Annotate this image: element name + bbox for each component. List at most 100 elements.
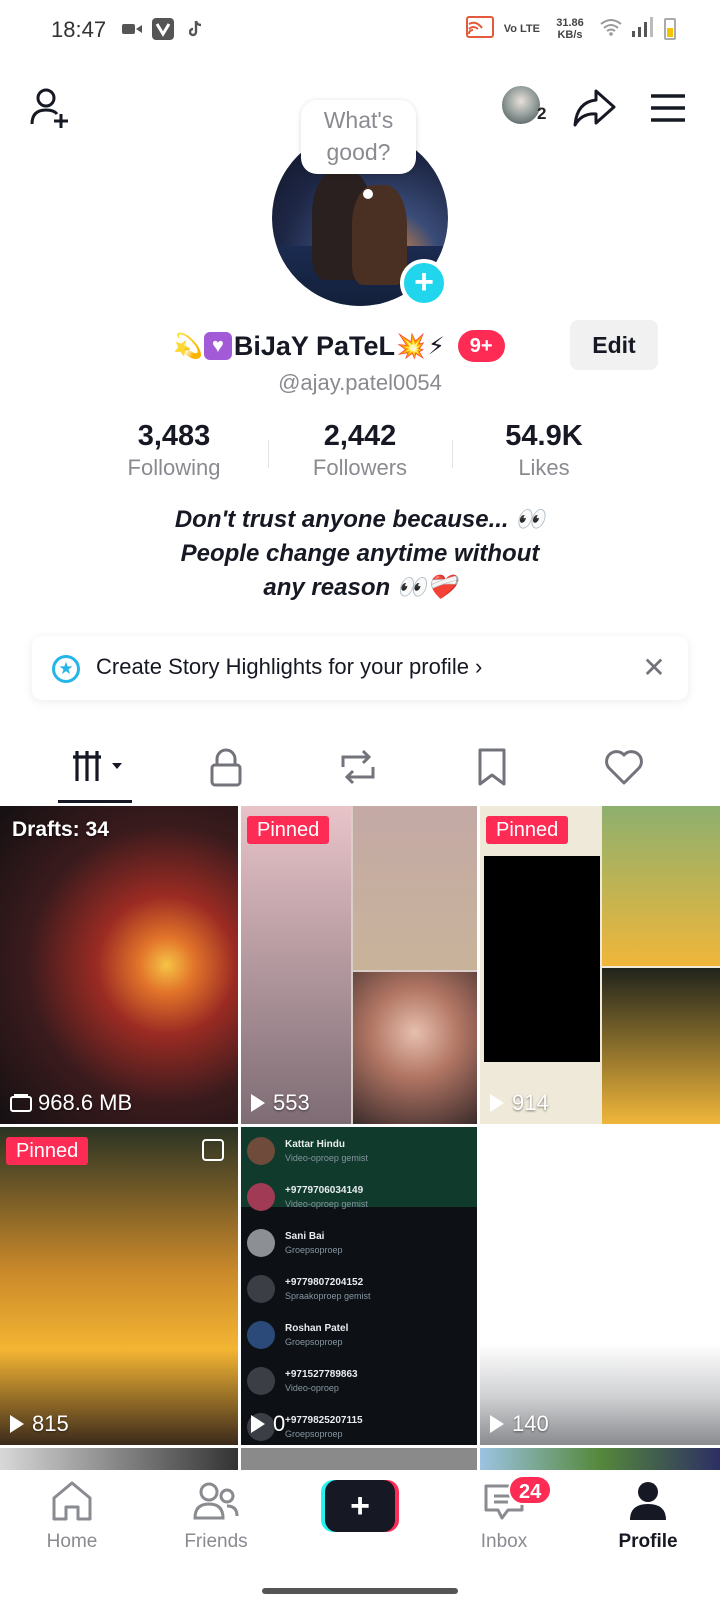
video-tile[interactable]: 140	[480, 1127, 720, 1445]
video-tile[interactable]: Pinned 914	[480, 806, 720, 1124]
friends-count: 2	[537, 104, 547, 123]
dizzy-emoji: 💫	[173, 332, 203, 360]
tab-favorites[interactable]	[462, 744, 522, 790]
friends-icon	[193, 1482, 239, 1520]
story-highlights-banner[interactable]: ★ Create Story Highlights for your profi…	[32, 636, 688, 700]
video-tile[interactable]: Pinned 553	[241, 806, 477, 1124]
chat-row: +971527789863 Video-oproep	[247, 1363, 471, 1403]
chat-subtitle: Groepsoproep	[285, 1429, 343, 1439]
nav-home[interactable]: Home	[12, 1480, 132, 1553]
add-friend-button[interactable]	[24, 82, 76, 134]
share-profile-button[interactable]	[568, 82, 620, 134]
view-count: 0	[251, 1411, 285, 1437]
star-icon: ★	[52, 655, 80, 683]
status-bubble[interactable]: What's good?	[301, 100, 416, 174]
chat-name: Roshan Patel	[285, 1323, 349, 1334]
chat-subtitle: Spraakoproep gemist	[285, 1291, 371, 1301]
video-thumb-part	[241, 806, 351, 1124]
wifi-icon	[600, 18, 622, 39]
tab-liked[interactable]	[594, 744, 654, 790]
video-thumb-part	[602, 968, 720, 1124]
friends-avatar-button[interactable]	[500, 84, 542, 126]
chat-row: Sani Bai Groepsoproep	[247, 1225, 471, 1265]
nav-home-label: Home	[46, 1531, 98, 1552]
multi-photo-icon	[202, 1139, 224, 1161]
profile-bio[interactable]: Don't trust anyone because... 👀 People c…	[0, 503, 720, 605]
add-story-button[interactable]: +	[400, 259, 448, 307]
stat-divider	[452, 440, 453, 468]
following-stat[interactable]: 3,483 Following	[104, 420, 244, 481]
status-right-group: Vo LTE 31.86 KB/s	[465, 16, 676, 41]
signal-icon	[632, 17, 654, 40]
chat-row: +9779706034149 Video-oproep gemist	[247, 1179, 471, 1219]
video-thumb-part	[353, 806, 477, 970]
close-banner-button[interactable]: ✕	[634, 646, 674, 690]
vpn-app-icon	[152, 18, 174, 40]
followers-label: Followers	[312, 455, 408, 480]
drafts-icon	[10, 1094, 32, 1112]
pinned-badge: Pinned	[247, 816, 330, 844]
tab-private[interactable]	[196, 744, 256, 790]
video-thumb-part	[602, 806, 720, 966]
chat-row: Kattar Hindu Video-oproep gemist	[247, 1133, 471, 1173]
home-indicator[interactable]	[262, 1588, 458, 1594]
drafts-tile[interactable]: Drafts: 34 968.6 MB	[0, 806, 238, 1124]
chat-row: Roshan Patel Groepsoproep	[247, 1317, 471, 1357]
profile-photo-figure	[352, 185, 407, 285]
network-type: Vo LTE	[503, 22, 540, 35]
notification-badge[interactable]: 9+	[457, 330, 505, 362]
chat-avatar	[247, 1229, 275, 1257]
video-thumb-part	[484, 856, 600, 1062]
followers-stat[interactable]: 2,442 Followers	[290, 420, 430, 481]
profile-handle: @ajay.patel0054	[278, 370, 442, 395]
video-tile[interactable]: Pinned 815	[0, 1127, 238, 1445]
status-time: 18:47	[51, 17, 107, 42]
nav-friends-label: Friends	[184, 1531, 248, 1552]
view-count: 914	[490, 1090, 549, 1116]
chat-subtitle: Video-oproep gemist	[285, 1199, 368, 1209]
nav-friends[interactable]: Friends	[156, 1480, 276, 1553]
edit-profile-button[interactable]: Edit	[570, 320, 658, 370]
pinned-badge: Pinned	[6, 1137, 89, 1165]
drafts-count: Drafts: 34	[12, 818, 109, 841]
create-button[interactable]: +	[321, 1480, 399, 1532]
chat-row: +9779807204152 Spraakoproep gemist	[247, 1271, 471, 1311]
tab-reposts[interactable]	[328, 744, 388, 790]
view-count: 140	[490, 1411, 549, 1437]
video-thumb-part	[353, 972, 477, 1124]
nav-profile-label: Profile	[618, 1531, 678, 1552]
profile-name-row: 💫 ♥ BiJaY PaTeL 💥 ⚡ 9+	[172, 324, 505, 368]
video-tile[interactable]: Kattar Hindu Video-oproep gemist +97797060…	[241, 1127, 477, 1445]
following-count: 3,483	[137, 420, 211, 452]
profile-icon	[630, 1482, 666, 1520]
bio-line: Don't trust anyone because... 👀	[174, 506, 546, 533]
nav-profile[interactable]: Profile	[588, 1480, 708, 1553]
chat-name: +9779706034149	[285, 1185, 364, 1196]
menu-button[interactable]	[642, 82, 694, 134]
tab-videos[interactable]	[66, 744, 130, 790]
video-camera-icon	[122, 18, 142, 40]
chat-name: +9779807204152	[285, 1277, 364, 1288]
chat-name: +971527789863	[285, 1369, 358, 1380]
bio-line: any reason 👀❤️‍🩹	[263, 574, 457, 601]
nav-inbox-label: Inbox	[480, 1531, 528, 1552]
likes-label: Likes	[518, 455, 570, 480]
chat-subtitle: Video-oproep gemist	[285, 1153, 368, 1163]
collision-emoji: 💥	[395, 332, 426, 360]
following-label: Following	[127, 455, 221, 480]
chat-avatar	[247, 1275, 275, 1303]
lightning-emoji: ⚡	[427, 332, 445, 360]
chat-avatar	[247, 1321, 275, 1349]
status-bar: 18:47 Vo LTE 31.86 KB/s	[0, 0, 720, 60]
view-count: 553	[251, 1090, 310, 1116]
active-tab-indicator	[58, 800, 132, 803]
followers-count: 2,442	[323, 420, 397, 452]
likes-stat[interactable]: 54.9K Likes	[474, 420, 614, 481]
chat-subtitle: Video-oproep	[285, 1383, 339, 1393]
chat-subtitle: Groepsoproep	[285, 1245, 343, 1255]
stat-divider	[268, 440, 269, 468]
pinned-badge: Pinned	[486, 816, 569, 844]
drafts-size: 968.6 MB	[10, 1090, 132, 1116]
network-speed: 31.86 KB/s	[556, 16, 584, 41]
inbox-badge: 24	[508, 1475, 553, 1505]
